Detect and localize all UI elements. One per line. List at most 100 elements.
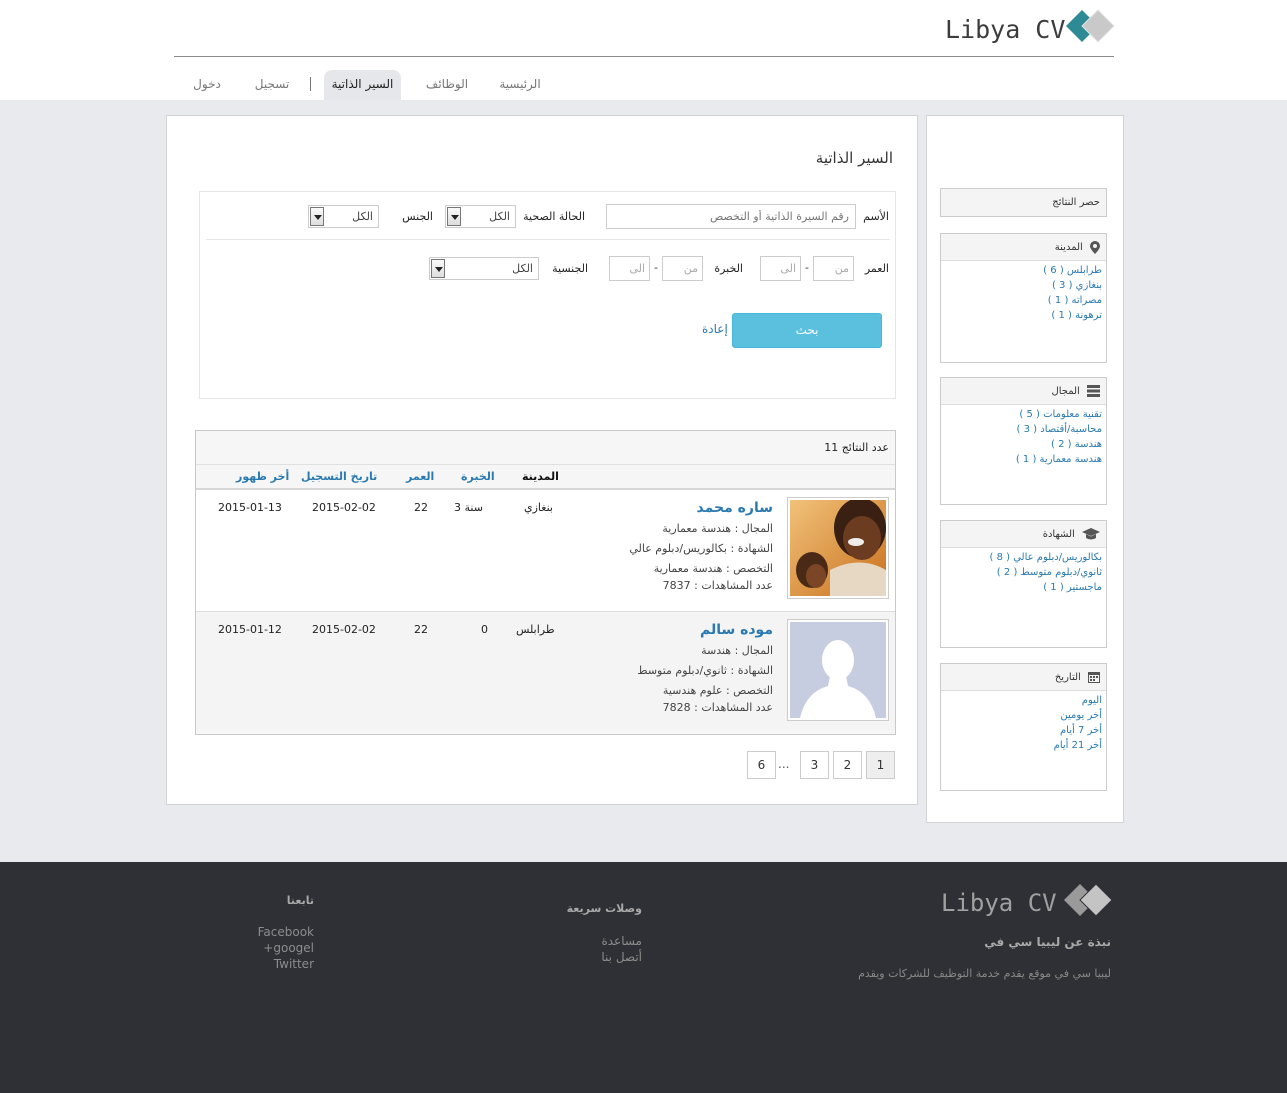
date-filter-item[interactable]: أخر 21 أيام: [941, 738, 1102, 753]
page-3-button[interactable]: 3: [800, 751, 829, 779]
search-button[interactable]: بحث: [732, 313, 882, 348]
reset-link[interactable]: إعادة: [702, 322, 728, 336]
footer-follow-title: تابعنا: [286, 894, 314, 907]
footer-logo-text: Libya CV: [941, 889, 1057, 917]
table-row[interactable]: ساره محمد المجال : هندسة معمارية الشهادة…: [196, 490, 895, 611]
dropdown-arrow-icon: [447, 207, 461, 226]
experience-to-input[interactable]: الى: [609, 256, 650, 281]
site-footer: Libya CV نبذة عن ليبيا سي في ليبيا سي في…: [0, 862, 1287, 1093]
city-filter-item[interactable]: ترهونة ( 1 ): [941, 308, 1102, 323]
city-filter-item[interactable]: بنغازي ( 3 ): [941, 278, 1102, 293]
footer-twitter-link[interactable]: Twitter: [274, 957, 314, 971]
city-filter-title: المدينة: [1054, 242, 1083, 253]
date-filter-item[interactable]: اليوم: [941, 693, 1102, 708]
candidate-field: المجال : هندسة معمارية: [662, 522, 773, 535]
header-city[interactable]: المدينة: [522, 470, 559, 483]
page-6-button[interactable]: 6: [747, 751, 776, 779]
age-label: العمر: [864, 262, 889, 275]
date-filter-item[interactable]: أخر يومين: [941, 708, 1102, 723]
cell-city: بنغازي: [524, 501, 553, 514]
date-filter-item[interactable]: أخر 7 أيام: [941, 723, 1102, 738]
footer-facebook-link[interactable]: Facebook: [258, 925, 314, 939]
footer-quick-links-title: وصلات سريعة: [566, 902, 642, 915]
nationality-label: الجنسية: [552, 262, 588, 275]
nav-cvs[interactable]: السير الذاتية: [324, 70, 401, 100]
site-header: Libya CV الرئيسية الوظائف السير الذاتية …: [0, 0, 1287, 100]
candidate-photo-image: [790, 500, 886, 596]
nav-login[interactable]: دخول: [184, 70, 230, 100]
candidate-field: المجال : هندسة: [701, 644, 773, 657]
age-from-input[interactable]: من: [813, 256, 854, 281]
field-filter-item[interactable]: هندسة ( 2 ): [941, 437, 1102, 452]
cell-age: 22: [414, 501, 428, 514]
degree-filter-box: الشهادة بكالوريس/دبلوم عالي ( 8 ) ثانوي/…: [940, 520, 1107, 648]
map-pin-icon: [1090, 240, 1100, 254]
filter-sidebar: حصر النتائج المدينة طرابلس ( 6 ) بنغازي …: [926, 115, 1124, 823]
candidate-photo[interactable]: [787, 619, 889, 721]
candidate-specialty: التخصص : علوم هندسية: [662, 684, 773, 697]
header-age[interactable]: العمر: [406, 470, 434, 483]
gender-label: الجنس: [402, 210, 433, 223]
date-filter-header: التاريخ: [941, 664, 1106, 691]
field-filter-header: المجال: [941, 378, 1106, 405]
logo-diamond-icon: [1066, 9, 1115, 43]
site-logo[interactable]: Libya CV: [940, 6, 1120, 46]
footer-logo[interactable]: Libya CV: [938, 880, 1118, 920]
degree-filter-item[interactable]: ثانوي/دبلوم متوسط ( 2 ): [941, 565, 1102, 580]
header-registered[interactable]: تاريخ التسجيل: [301, 470, 377, 483]
city-filter-item[interactable]: مصراته ( 1 ): [941, 293, 1102, 308]
date-filter-title: التاريخ: [1054, 672, 1081, 683]
experience-label: الخبرة: [714, 262, 743, 275]
health-select[interactable]: الكل: [445, 205, 516, 228]
date-filter-box: التاريخ اليوم أخر يومين أخر 7 أيام أخر 2…: [940, 663, 1107, 791]
logo-diamond-icon: [1064, 883, 1113, 917]
gender-select[interactable]: الكل: [308, 205, 379, 228]
candidate-name[interactable]: موده سالم: [700, 622, 773, 638]
cell-registered: 2015-02-02: [312, 501, 376, 514]
footer-help-link[interactable]: مساعدة: [601, 934, 642, 948]
field-filter-item[interactable]: محاسبة/أقتصاد ( 3 ): [941, 422, 1102, 437]
degree-filter-item[interactable]: ماجستير ( 1 ): [941, 580, 1102, 595]
field-filter-item[interactable]: تقنية معلومات ( 5 ): [941, 407, 1102, 422]
page-1-button[interactable]: 1: [866, 751, 895, 779]
experience-dash: -: [654, 261, 658, 274]
cell-age: 22: [414, 623, 428, 636]
cell-registered: 2015-02-02: [312, 623, 376, 636]
health-select-value: الكل: [489, 210, 510, 223]
table-divider: [196, 464, 895, 465]
nav-register[interactable]: تسجيل: [244, 70, 300, 100]
degree-filter-item[interactable]: بكالوريس/دبلوم عالي ( 8 ): [941, 550, 1102, 565]
candidate-name[interactable]: ساره محمد: [697, 500, 773, 516]
cell-experience: 3 سنة: [454, 501, 483, 514]
city-filter-item[interactable]: طرابلس ( 6 ): [941, 263, 1102, 278]
footer-about-text: ليبيا سي في موقع يقدم خدمة التوظيف للشرك…: [858, 967, 1111, 980]
city-filter-list: طرابلس ( 6 ) بنغازي ( 3 ) مصراته ( 1 ) ت…: [941, 261, 1106, 323]
header-last-seen[interactable]: أخر ظهور: [236, 470, 289, 483]
search-form: الأسم الحالة الصحية الكل الجنس الكل العم…: [199, 191, 896, 399]
name-search-input[interactable]: [606, 204, 856, 229]
footer-contact-link[interactable]: أتصل بنا: [601, 950, 642, 964]
dropdown-arrow-icon: [310, 207, 324, 226]
city-filter-box: المدينة طرابلس ( 6 ) بنغازي ( 3 ) مصراته…: [940, 233, 1107, 363]
nationality-select[interactable]: الكل: [429, 257, 539, 280]
footer-google-link[interactable]: googel+: [263, 941, 314, 955]
experience-from-input[interactable]: من: [662, 256, 703, 281]
degree-filter-header: الشهادة: [941, 521, 1106, 548]
field-filter-box: المجال تقنية معلومات ( 5 ) محاسبة/أقتصاد…: [940, 377, 1107, 505]
nav-separator: [310, 77, 311, 91]
results-table: عدد النتائج 11 المدينة الخبرة العمر تاري…: [195, 430, 896, 735]
header-experience[interactable]: الخبرة: [461, 470, 495, 483]
age-to-input[interactable]: الى: [760, 256, 801, 281]
name-label: الأسم: [863, 210, 889, 223]
cell-last-seen: 2015-01-13: [218, 501, 282, 514]
degree-filter-title: الشهادة: [1042, 529, 1075, 540]
gender-select-value: الكل: [352, 210, 373, 223]
nav-home[interactable]: الرئيسية: [488, 70, 552, 100]
field-filter-item[interactable]: هندسة معمارية ( 1 ): [941, 452, 1102, 467]
table-row[interactable]: موده سالم المجال : هندسة الشهادة : ثانوي…: [196, 612, 895, 730]
nationality-select-value: الكل: [512, 262, 533, 275]
page-2-button[interactable]: 2: [833, 751, 862, 779]
nav-jobs[interactable]: الوظائف: [418, 70, 476, 100]
candidate-photo[interactable]: [787, 497, 889, 599]
age-dash: -: [805, 261, 809, 274]
